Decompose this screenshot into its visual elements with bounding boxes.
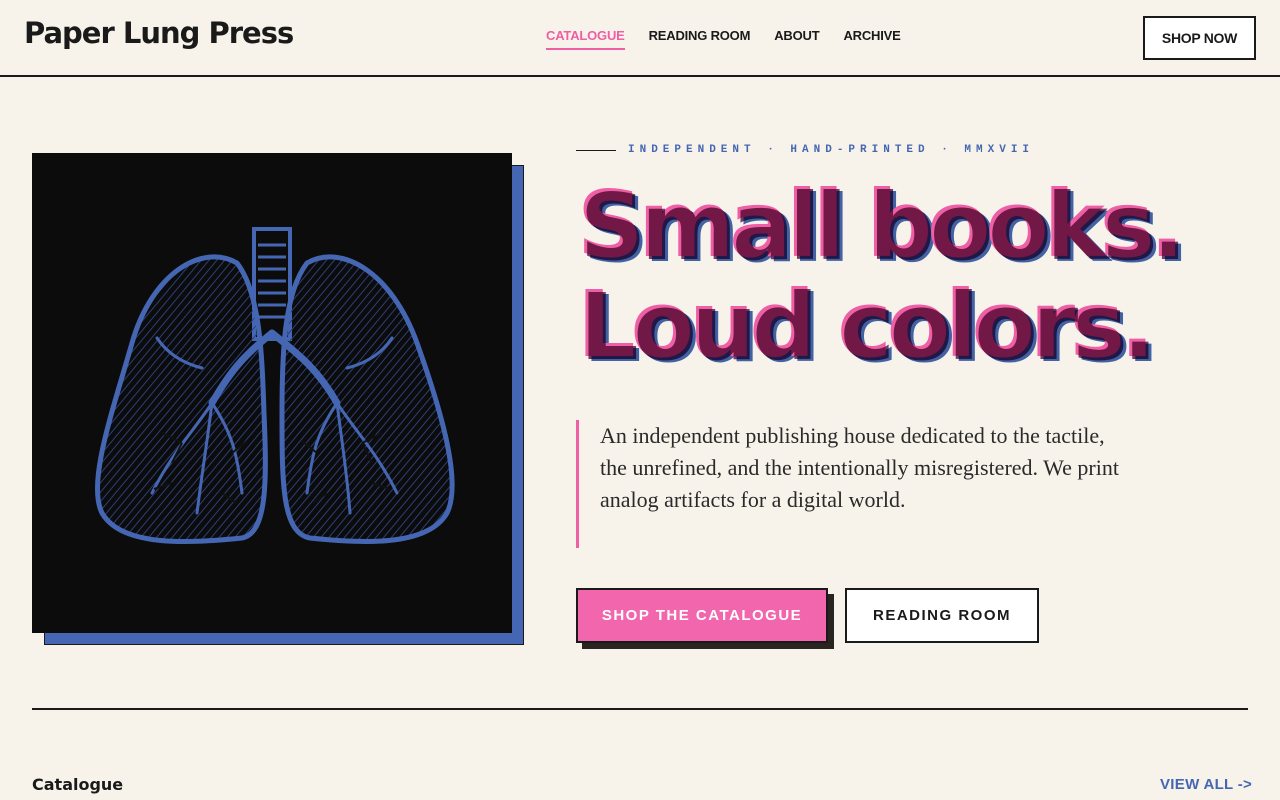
catalogue-section-title: Catalogue xyxy=(32,775,124,794)
headline-line-2-core: Loud colors. xyxy=(580,274,1158,381)
headline-line-1-core: Small books. xyxy=(580,174,1187,281)
shop-catalogue-button[interactable]: SHOP THE CATALOGUE xyxy=(576,588,828,643)
nav-item-reading-room[interactable]: READING ROOM xyxy=(649,28,751,50)
hero-image xyxy=(32,153,512,633)
headline-line-2: Loud colors. Loud colors. Loud colors. xyxy=(577,274,1182,381)
site-header: Paper Lung Press CATALOGUE READING ROOM … xyxy=(0,0,1280,77)
reading-room-button[interactable]: READING ROOM xyxy=(845,588,1039,643)
hero-lede: An independent publishing house dedicate… xyxy=(600,423,1119,512)
shop-now-button[interactable]: SHOP NOW xyxy=(1143,16,1256,60)
lede-accent-bar xyxy=(576,420,579,548)
headline-line-1: Small books. Small books. Small books. xyxy=(577,174,1190,281)
hero-headline: Small books. Small books. Small books. L… xyxy=(577,174,1190,381)
section-divider xyxy=(32,708,1248,710)
nav-item-about[interactable]: ABOUT xyxy=(774,28,819,50)
main-nav: CATALOGUE READING ROOM ABOUT ARCHIVE xyxy=(546,28,901,50)
lungs-illustration-icon xyxy=(94,227,455,544)
nav-item-catalogue[interactable]: CATALOGUE xyxy=(546,28,625,50)
eyebrow-rule xyxy=(576,150,616,151)
hero-eyebrow: INDEPENDENT · HAND-PRINTED · MMXVII xyxy=(628,144,1035,156)
view-all-link[interactable]: VIEW ALL -> xyxy=(1160,776,1252,793)
nav-item-archive[interactable]: ARCHIVE xyxy=(843,28,900,50)
brand-logo[interactable]: Paper Lung Press xyxy=(24,16,294,50)
